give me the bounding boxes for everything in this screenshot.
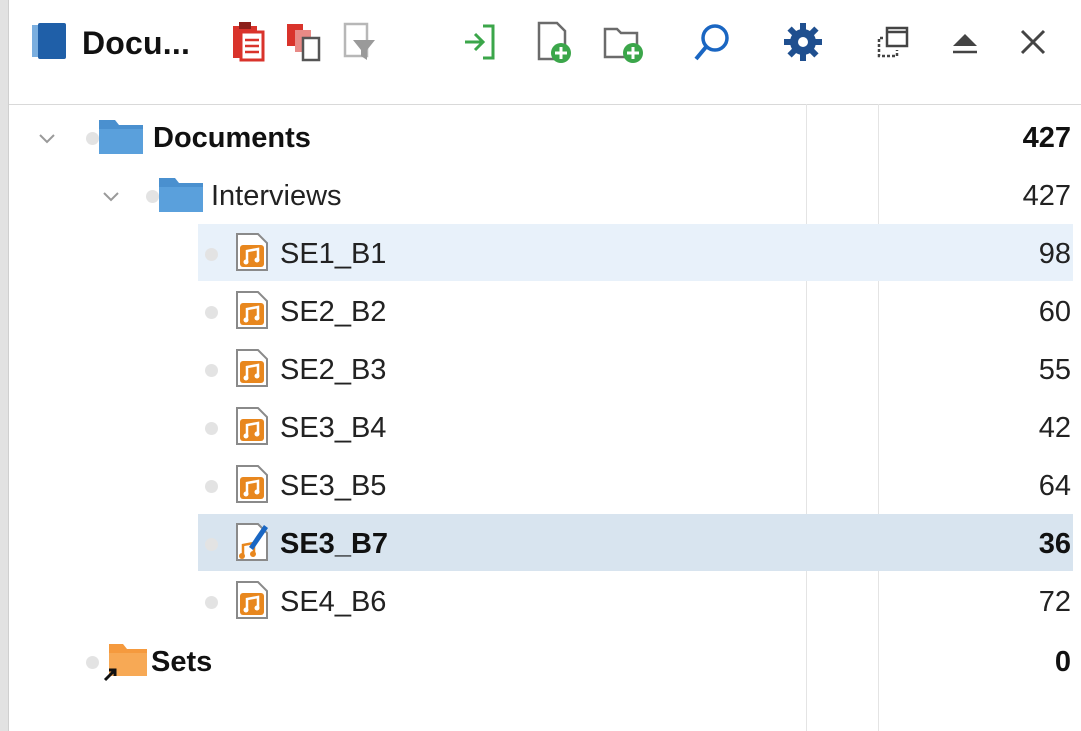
close-button[interactable] xyxy=(1008,14,1058,70)
audio-file-icon xyxy=(234,463,270,510)
audio-file-icon xyxy=(234,347,270,394)
list-item-selected[interactable]: SE3_B7 xyxy=(205,516,388,573)
filter-icon xyxy=(339,20,379,64)
tree-node-count: 60 xyxy=(1038,296,1071,328)
status-dot xyxy=(205,422,218,435)
collapse-panel-icon xyxy=(945,22,985,62)
list-item[interactable]: SE2_B3 xyxy=(205,342,386,399)
gear-icon xyxy=(781,20,825,64)
list-item[interactable]: SE2_B2 xyxy=(205,284,386,341)
status-dot xyxy=(86,656,99,669)
status-dot xyxy=(205,480,218,493)
search-button[interactable] xyxy=(688,14,738,70)
tree-node-label: SE3_B5 xyxy=(280,470,387,502)
import-button[interactable] xyxy=(454,14,504,70)
chevron-down-icon[interactable] xyxy=(100,186,122,208)
tree-node-count: 0 xyxy=(1054,646,1071,678)
tree-node-label: SE2_B2 xyxy=(280,296,387,328)
list-item[interactable]: SE3_B4 xyxy=(205,400,386,457)
panel-title-area: Docu... xyxy=(28,15,190,71)
new-document-button[interactable] xyxy=(528,14,578,70)
tree-node-documents[interactable]: Documents xyxy=(36,110,311,167)
panel-title: Docu... xyxy=(82,24,191,61)
undock-window-icon xyxy=(873,22,913,62)
chevron-down-icon[interactable] xyxy=(36,128,58,150)
tree-node-count: 55 xyxy=(1038,354,1071,386)
status-dot xyxy=(205,538,218,551)
settings-button[interactable] xyxy=(778,14,828,70)
tree-node-sets[interactable]: Sets xyxy=(86,634,212,691)
new-folder-button[interactable] xyxy=(598,14,648,70)
column-divider xyxy=(806,104,807,731)
filter-button[interactable] xyxy=(334,14,384,70)
tree-node-interviews[interactable]: Interviews xyxy=(100,168,342,225)
search-icon xyxy=(691,20,735,64)
tree-node-label: SE4_B6 xyxy=(280,586,387,618)
collapse-panel-button[interactable] xyxy=(940,14,990,70)
audio-file-icon xyxy=(234,579,270,626)
close-icon xyxy=(1013,22,1053,62)
tree-node-label: SE3_B4 xyxy=(280,412,387,444)
new-document-icon xyxy=(533,19,573,65)
folder-icon xyxy=(97,116,145,161)
tree-node-count: 36 xyxy=(1038,528,1071,560)
paste-button[interactable] xyxy=(224,14,274,70)
status-dot xyxy=(205,364,218,377)
paste-icon xyxy=(229,20,269,64)
status-dot xyxy=(205,306,218,319)
toolbar-divider xyxy=(9,104,1081,105)
audio-file-icon xyxy=(234,405,270,452)
tree-node-count: 64 xyxy=(1038,470,1071,502)
folder-icon xyxy=(157,174,205,219)
panel-left-border xyxy=(0,0,9,731)
list-item[interactable]: SE3_B5 xyxy=(205,458,386,515)
tree-node-count: 427 xyxy=(1022,122,1071,154)
folder-shortcut-icon xyxy=(101,638,149,687)
column-divider xyxy=(878,104,879,731)
import-icon xyxy=(459,20,499,64)
undock-window-button[interactable] xyxy=(868,14,918,70)
tree-node-label: Sets xyxy=(151,646,213,678)
list-item[interactable]: SE4_B6 xyxy=(205,574,386,631)
copy-icon xyxy=(283,20,323,64)
new-folder-icon xyxy=(601,19,645,65)
audio-file-edit-icon xyxy=(234,521,270,568)
list-item[interactable]: SE1_B1 xyxy=(205,226,386,283)
tree-node-count: 42 xyxy=(1038,412,1071,444)
tree-node-label: SE3_B7 xyxy=(280,528,389,560)
tree-node-label: Documents xyxy=(153,122,311,154)
tree-node-count: 98 xyxy=(1038,238,1071,270)
audio-file-icon xyxy=(234,231,270,278)
tree-node-count: 72 xyxy=(1038,586,1071,618)
tree-node-count: 427 xyxy=(1022,180,1071,212)
documents-panel-icon xyxy=(28,19,72,68)
tree-node-label: SE1_B1 xyxy=(280,238,387,270)
status-dot xyxy=(205,596,218,609)
status-dot xyxy=(205,248,218,261)
audio-file-icon xyxy=(234,289,270,336)
tree-node-label: Interviews xyxy=(211,180,342,212)
copy-button[interactable] xyxy=(278,14,328,70)
tree-node-label: SE2_B3 xyxy=(280,354,387,386)
